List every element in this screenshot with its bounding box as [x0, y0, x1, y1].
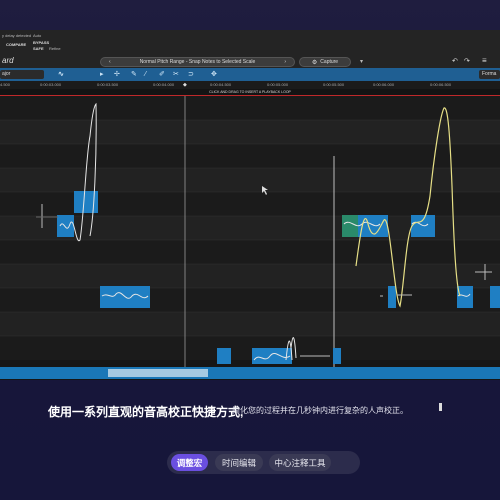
menu-icon[interactable]: ≡	[482, 56, 487, 65]
time-tick: 0:00:05.500	[323, 82, 345, 87]
loop-hint: CLICK AND DRAG TO INSERT A PLAYBACK LOOP	[209, 90, 291, 94]
compare-button[interactable]: COMPARE	[6, 42, 26, 47]
time-tick: 0:00:06.000	[373, 82, 395, 87]
delay-status: y delay detected	[2, 33, 32, 38]
chevron-right-icon[interactable]: ›	[284, 59, 286, 65]
caption-title: 使用一系列直观的音高校正快捷方式,	[48, 405, 244, 419]
undo-icon[interactable]: ↶	[452, 57, 458, 65]
scrollbar-thumb[interactable]	[108, 369, 208, 377]
playhead-marker-icon[interactable]: ◆	[183, 82, 187, 88]
note-block	[342, 215, 358, 237]
pitch-range-selector[interactable]: ‹ Normal Pitch Range - Snap Notes to Sel…	[100, 57, 295, 67]
time-tick: 4.500	[0, 82, 11, 87]
capture-icon: ⚙	[311, 59, 318, 66]
horizontal-scrollbar[interactable]	[0, 367, 500, 379]
line-tool-icon[interactable]: ⁄	[145, 70, 146, 79]
note-block	[388, 286, 396, 308]
time-tick: 0:00:03.000	[40, 82, 62, 87]
pen-tool-icon[interactable]: ✎	[131, 70, 137, 79]
pitch-note-grid[interactable]	[0, 96, 500, 370]
playback-loop-bar[interactable]: CLICK AND DRAG TO INSERT A PLAYBACK LOOP	[0, 89, 500, 96]
top-control-bar: y delay detected COMPARE BYPASS SAFE Ref…	[0, 30, 500, 68]
refine-toggle[interactable]: Refine	[49, 46, 61, 51]
note-block	[457, 286, 473, 308]
time-tick: 0:00:05.000	[267, 82, 289, 87]
safe-button[interactable]: SAFE	[33, 46, 44, 51]
scissors-tool-icon[interactable]: ✂	[173, 70, 179, 79]
snap-icon[interactable]: ▾	[360, 58, 363, 65]
time-tick: 0:00:06.500	[430, 82, 452, 87]
capture-label: Capture	[320, 59, 339, 65]
format-tab[interactable]: Forma	[479, 70, 500, 79]
note-block	[57, 215, 74, 237]
tab-center-note-tool[interactable]: 中心注释工具	[269, 454, 331, 471]
tab-macro[interactable]: 调整宏	[171, 454, 208, 471]
scale-field-value: ajor	[2, 71, 11, 77]
timeline-ruler[interactable]: 4.500 0:00:03.000 0:00:03.500 0:00:04.00…	[0, 81, 500, 89]
waveform-tool-icon[interactable]: ∿	[58, 70, 64, 79]
auto-toggle[interactable]: Auto	[33, 33, 41, 38]
time-tick: 0:00:04.000	[153, 82, 175, 87]
pitch-tool-icon[interactable]: ✢	[114, 70, 120, 79]
time-tick: 0:00:03.500	[97, 82, 119, 87]
pitch-range-label: Normal Pitch Range - Snap Notes to Selec…	[139, 59, 256, 65]
magnet-tool-icon[interactable]: ⊃	[188, 70, 194, 79]
move-tool-icon[interactable]: ✥	[211, 70, 217, 79]
bypass-button[interactable]: BYPASS	[33, 40, 49, 45]
capture-button[interactable]: ⚙ Capture	[299, 57, 351, 67]
time-tick: 0:00:04.500	[210, 82, 232, 87]
tool-strip: ajor ∿ ▸ ✢ ✎ ⁄ ✐ ✂ ⊃ ✥ Forma	[0, 68, 500, 81]
format-tab-label: Forma	[482, 71, 497, 77]
brush-tool-icon[interactable]: ✐	[159, 70, 165, 79]
redo-icon[interactable]: ↷	[464, 57, 470, 65]
app-title-fragment: ard	[2, 56, 14, 65]
scale-field[interactable]: ajor	[0, 70, 44, 79]
note-block	[490, 286, 500, 308]
text-cursor-icon	[439, 403, 442, 411]
caption-subtitle: 简化您的过程并在几秒钟内进行复杂的人声校正。	[232, 406, 408, 415]
pointer-tool-icon[interactable]: ▸	[100, 70, 104, 79]
pitch-editor-window: y delay detected COMPARE BYPASS SAFE Ref…	[0, 30, 500, 380]
tab-time-edit[interactable]: 时间编辑	[215, 454, 263, 471]
